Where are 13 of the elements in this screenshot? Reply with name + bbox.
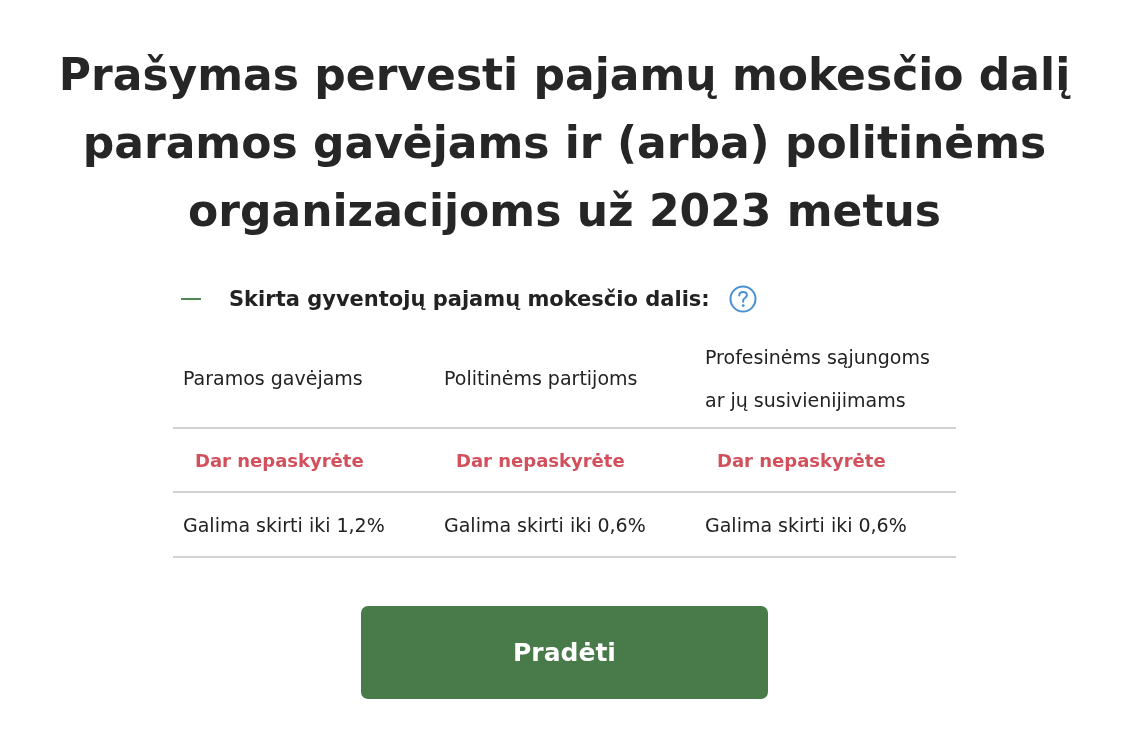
help-icon[interactable] (728, 285, 757, 313)
table-cell-text: Dar nepaskyrėte (716, 449, 887, 471)
table-cell-text: Galima skirti iki 0,6% (443, 513, 647, 536)
section-heading: Skirta gyventojų pajamų mokesčio dalis: (229, 287, 710, 311)
table-cell-text: Galima skirti iki 0,6% (704, 513, 908, 536)
table-cell-text: Dar nepaskyrėte (455, 449, 626, 471)
column-header: Paramos gavėjams (182, 366, 364, 391)
table-cell-text: Galima skirti iki 1,2% (182, 513, 386, 536)
column-header: Politinėms partijoms (443, 366, 639, 391)
column-header: Profesinėms sąjungoms ar jų susivienijimams (704, 344, 931, 413)
page-title: Prašymas pervesti pajamų mokesčio dalį paramos gavėjams ir (arba) politinėms organizacijoms už 2023 metus (57, 48, 1072, 238)
table-cell-text: Dar nepaskyrėte (194, 449, 365, 471)
start-button[interactable]: Pradėti (361, 606, 768, 699)
